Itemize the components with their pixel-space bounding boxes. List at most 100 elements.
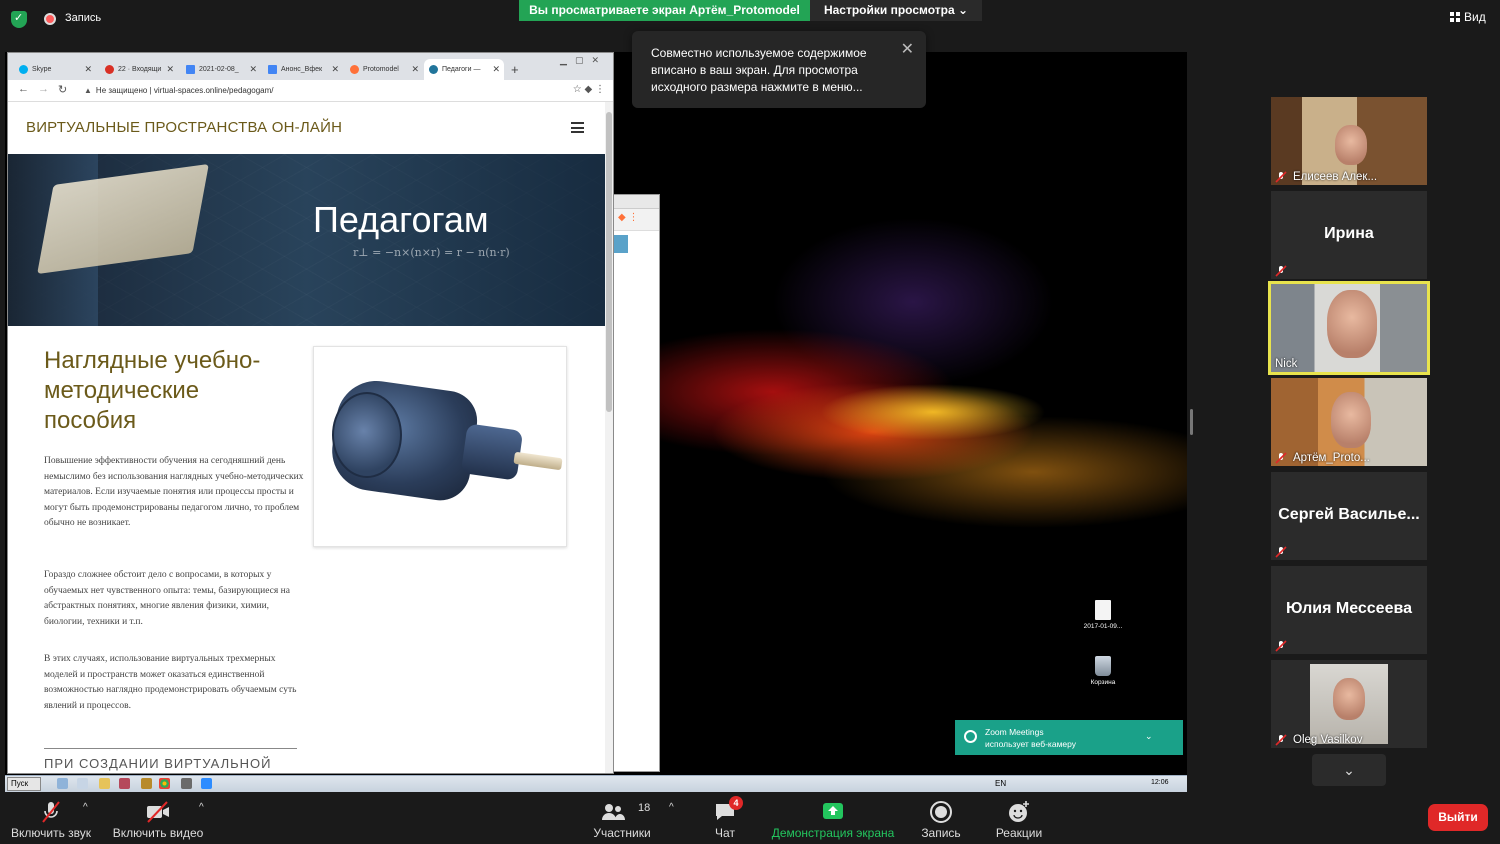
close-tab-icon[interactable]: ✕ — [166, 59, 174, 80]
taskbar-app-icon[interactable] — [77, 778, 88, 789]
audio-options-caret[interactable]: ^ — [83, 802, 88, 813]
start-button[interactable]: Пуск — [7, 777, 41, 791]
participant-tile[interactable]: Сергей Василье... — [1271, 472, 1427, 560]
language-indicator[interactable]: EN — [995, 779, 1006, 788]
participant-name: Nick — [1275, 358, 1298, 370]
tab-doc1[interactable]: 2021-02-08_ ✕ — [181, 59, 261, 80]
reactions-label: Реакции — [995, 826, 1043, 840]
participants-label: Участники — [593, 826, 651, 840]
tab-label: Skype — [32, 66, 52, 73]
menu-icon[interactable] — [571, 122, 584, 133]
recording-label: Запись — [65, 12, 102, 24]
participant-tile[interactable]: Артём_Proto... — [1271, 378, 1427, 466]
participant-tile[interactable]: Oleg Vasilkov — [1271, 660, 1427, 748]
record-button[interactable]: Запись — [912, 794, 970, 844]
reload-icon[interactable]: ↻ — [58, 83, 67, 96]
panel-resize-handle[interactable] — [1190, 409, 1193, 435]
taskbar-clock[interactable]: 12:06 — [1151, 779, 1169, 786]
page-scrollbar[interactable] — [605, 102, 613, 773]
next-page-button[interactable]: ⌄ — [1312, 754, 1386, 786]
video-options-caret[interactable]: ^ — [199, 802, 204, 813]
webcam-icon — [964, 730, 977, 743]
tab-skype[interactable]: Skype ✕ — [14, 59, 96, 80]
video-off-icon — [147, 801, 169, 823]
record-label: Запись — [921, 826, 961, 840]
hero-banner: Педагогам r⊥ = −n×(n×r) = r − n(n·r) — [8, 154, 605, 326]
tab-label: Анонс_Вфек — [281, 66, 323, 73]
forward-arrow-icon[interactable]: → — [38, 83, 49, 95]
participant-tile[interactable]: Елисеев Алек... — [1271, 97, 1427, 185]
participants-icon — [602, 804, 626, 820]
notification-title: Zoom Meetings — [985, 727, 1044, 737]
site-title[interactable]: ВИРТУАЛЬНЫЕ ПРОСТРАНСТВА ОН-ЛАЙН — [26, 119, 342, 136]
participant-tile[interactable]: Ирина — [1271, 191, 1427, 279]
meeting-controls: Включить звук ^ Включить видео ^ Участни… — [0, 794, 1500, 844]
tab-inbox[interactable]: 22 · Входящи ✕ — [100, 59, 178, 80]
view-button[interactable]: Вид — [1450, 10, 1486, 24]
taskbar-app-icon[interactable] — [181, 778, 192, 789]
webcam-notification[interactable]: Zoom Meetings использует веб-камеру ⌄ — [955, 720, 1183, 755]
participant-tile[interactable]: Юлия Мессеева — [1271, 566, 1427, 654]
taskbar-app-icon[interactable] — [141, 778, 152, 789]
tab-strip: Skype ✕ 22 · Входящи ✕ 2021-02-08_ ✕ Анонс_… — [8, 53, 613, 80]
participant-name: Юлия Мессеева — [1285, 600, 1412, 617]
folder-icon[interactable] — [99, 778, 110, 789]
close-tab-icon[interactable]: ✕ — [84, 59, 92, 80]
recycle-bin-icon[interactable]: Корзина — [1073, 656, 1133, 686]
windows-taskbar: Пуск EN 12:06 — [5, 775, 1187, 792]
chevron-down-icon[interactable]: ⌄ — [1145, 731, 1153, 742]
muted-mic-icon — [1275, 639, 1287, 652]
leave-meeting-button[interactable]: Выйти — [1428, 804, 1488, 831]
mail-icon — [105, 65, 114, 74]
chrome-icon[interactable] — [159, 778, 170, 789]
muted-mic-icon — [1275, 733, 1287, 746]
view-settings-dropdown[interactable]: Настройки просмотра ⌄ — [810, 0, 982, 21]
new-tab-button[interactable]: + — [511, 62, 519, 77]
url-field[interactable]: ▲ Не защищено | virtual-spaces.online/ped… — [84, 86, 274, 95]
chevron-down-icon: ⌄ — [1343, 762, 1355, 778]
desktop-file-icon[interactable]: 2017-01-09... — [1073, 600, 1133, 630]
tab-doc2[interactable]: Анонс_Вфек ✕ — [263, 59, 343, 80]
close-tab-icon[interactable]: ✕ — [492, 59, 500, 80]
close-tab-icon[interactable]: ✕ — [331, 59, 339, 80]
motor-gearbox — [460, 423, 524, 481]
tab-protomodel[interactable]: Protomodel ✕ — [345, 59, 423, 80]
smiley-plus-icon — [1009, 801, 1029, 822]
screen-share-banner: Вы просматриваете экран Артём_Protomodel — [519, 0, 810, 21]
security-shield-icon[interactable] — [11, 11, 27, 28]
chat-unread-badge: 4 — [729, 796, 743, 810]
motor-model-image[interactable] — [313, 346, 567, 547]
active-speaker-tile[interactable]: Nick — [1268, 281, 1430, 375]
record-icon — [930, 801, 952, 823]
close-icon[interactable]: ✕ — [901, 39, 914, 59]
close-tab-icon[interactable]: ✕ — [249, 59, 257, 80]
start-video-button[interactable]: Включить видео — [106, 794, 210, 844]
back-arrow-icon[interactable]: ← — [18, 83, 29, 95]
recycle-bin-label: Корзина — [1090, 679, 1116, 686]
paragraph-2: Гораздо сложнее обстоит дело с вопросами… — [44, 570, 290, 627]
recording-icon — [44, 13, 56, 25]
wordpress-icon — [429, 65, 438, 74]
grid-icon — [1450, 12, 1460, 22]
notification-body: использует веб-камеру — [985, 739, 1077, 749]
url-text: virtual-spaces.online/pedagogam/ — [153, 86, 274, 95]
reactions-button[interactable]: Реакции — [990, 794, 1048, 844]
paragraph-3: В этих случаях, использование виртуальны… — [44, 654, 297, 711]
muted-mic-icon — [1275, 451, 1287, 464]
taskbar-app-icon[interactable] — [119, 778, 130, 789]
zoom-icon[interactable] — [201, 778, 212, 789]
tab-pedagogam[interactable]: Педагоги — ✕ — [424, 59, 504, 80]
share-screen-button[interactable]: Демонстрация экрана — [768, 794, 898, 844]
desktop-file-label: 2017-01-09... — [1083, 623, 1123, 630]
close-tab-icon[interactable]: ✕ — [411, 59, 419, 80]
section-subheading: ПРИ СОЗДАНИИ ВИРТУАЛЬНОЙ — [44, 756, 272, 771]
taskbar-app-icon[interactable] — [57, 778, 68, 789]
participants-options-caret[interactable]: ^ — [669, 802, 674, 813]
scrollbar-thumb[interactable] — [606, 112, 612, 412]
chat-label: Чат — [715, 826, 735, 840]
section-heading: Наглядные учебно-методические пособия — [44, 347, 261, 434]
participant-name: Ирина — [1324, 225, 1374, 242]
participant-name: Сергей Василье... — [1278, 506, 1420, 523]
toolbar-icons[interactable]: ☆ ◆ ⋮ — [573, 84, 605, 95]
window-controls[interactable]: ▁▢✕ — [560, 55, 607, 66]
